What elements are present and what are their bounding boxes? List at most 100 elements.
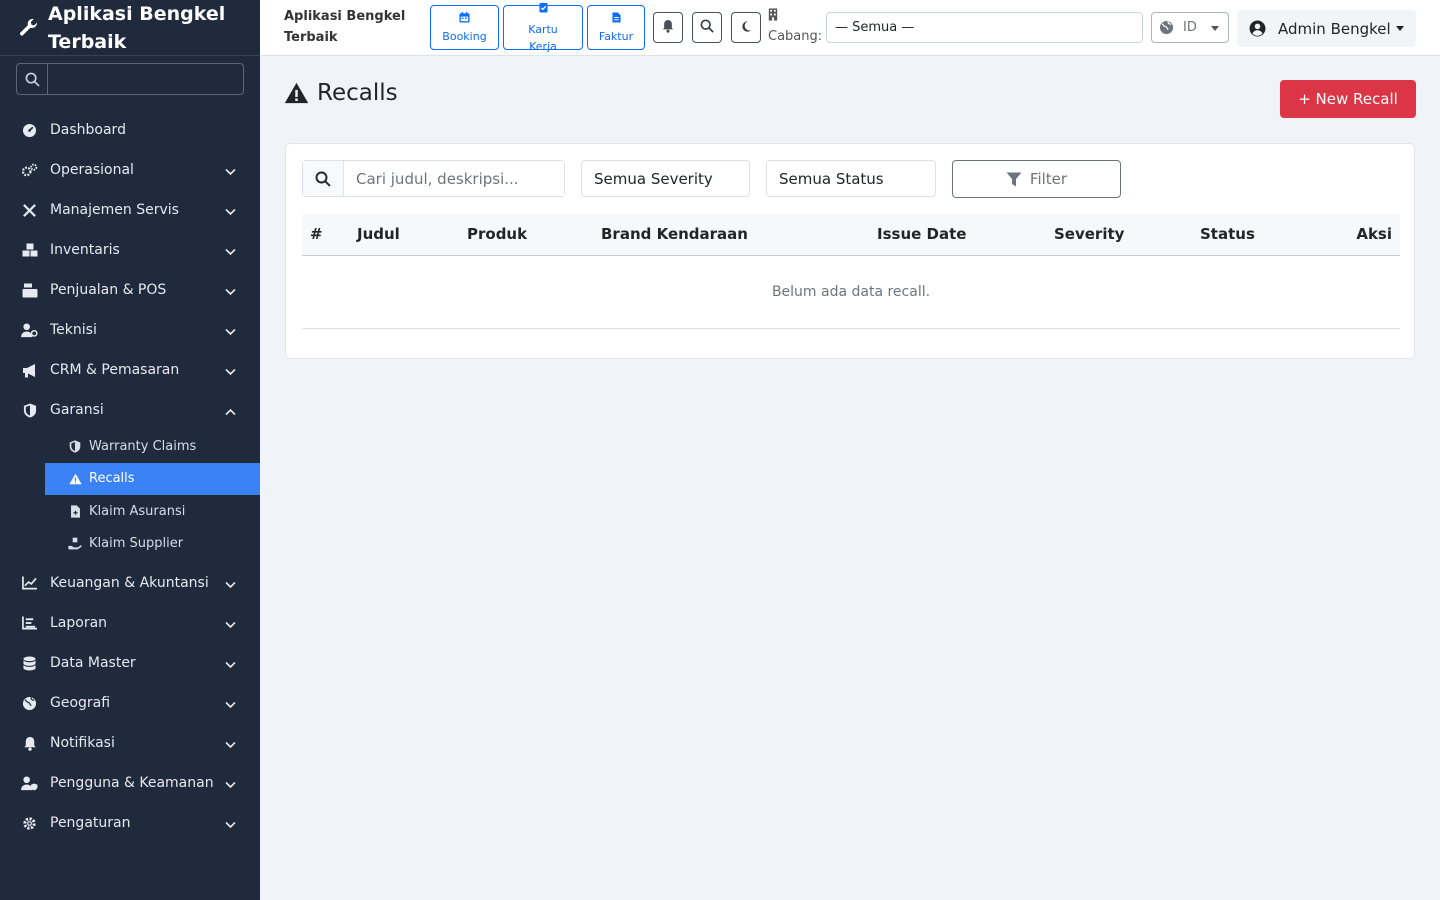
sidebar-item-operasional[interactable]: Operasional (0, 150, 260, 190)
recalls-table: # Judul Produk Brand Kendaraan Issue Dat… (302, 214, 1400, 329)
dark-mode-toggle[interactable] (731, 12, 761, 43)
sidebar-item-laporan[interactable]: Laporan (0, 603, 260, 643)
language-value: ID (1183, 20, 1197, 35)
user-gear-icon (21, 322, 38, 339)
kartu-kerja-label: Kartu Kerja (528, 22, 558, 53)
sidebar-item-label: Manajemen Servis (50, 202, 179, 218)
sidebar-item-label: Geografi (50, 695, 111, 711)
sidebar-subitem-warranty-claims[interactable]: Warranty Claims (45, 430, 260, 463)
search-button[interactable] (692, 12, 722, 43)
sidebar-item-label: Penjualan & POS (50, 282, 167, 298)
column-header[interactable]: Issue Date (869, 214, 1046, 256)
caret-down-icon (1396, 26, 1404, 31)
chart-bar-icon (21, 615, 38, 632)
recall-search (302, 160, 565, 197)
warning-icon (284, 80, 310, 106)
chevron-down-icon (225, 577, 236, 593)
sidebar-item-label: Garansi (50, 402, 104, 418)
sidebar-item-data-master[interactable]: Data Master (0, 643, 260, 683)
chart-line-icon (21, 575, 38, 592)
chevron-down-icon (225, 164, 236, 180)
filter-icon (1006, 172, 1022, 187)
hand-holding-icon (68, 537, 82, 551)
sidebar-item-manajemen-servis[interactable]: Manajemen Servis (0, 190, 260, 230)
page-title: Recalls (284, 80, 398, 106)
language-select[interactable]: ID (1151, 12, 1229, 43)
kartu-kerja-button[interactable]: Kartu Kerja (503, 2, 583, 53)
sidebar-item-label: Teknisi (50, 322, 97, 338)
chevron-down-icon (225, 364, 236, 380)
page-title-text: Recalls (317, 80, 398, 106)
file-medical-icon (68, 504, 82, 518)
topbar: Aplikasi Bengkel Terbaik Booking Kartu K… (260, 0, 1440, 56)
sidebar-item-garansi[interactable]: Garansi (0, 390, 260, 430)
filter-button[interactable]: Filter (952, 160, 1121, 198)
chevron-up-icon (225, 404, 236, 420)
globe-icon (21, 695, 38, 712)
status-select-value: Semua Status (779, 169, 884, 188)
cabang-select-value: — Semua — (835, 20, 915, 35)
column-header[interactable]: Brand Kendaraan (593, 214, 869, 256)
clipboard-check-icon (538, 1, 548, 18)
column-header[interactable]: # (302, 214, 349, 256)
brand[interactable]: Aplikasi Bengkel Terbaik (0, 0, 260, 56)
wrench-icon (18, 17, 40, 39)
sidebar-item-label: Notifikasi (50, 735, 115, 751)
chevron-down-icon (225, 284, 236, 300)
faktur-label: Faktur (598, 29, 634, 43)
sidebar-search-input[interactable] (48, 64, 243, 94)
boxes-icon (21, 242, 38, 259)
search-icon (303, 161, 344, 196)
recall-search-input[interactable] (344, 161, 564, 196)
booking-button[interactable]: Booking (430, 5, 499, 50)
column-header[interactable]: Judul (349, 214, 459, 256)
sidebar-subitem-label: Klaim Asuransi (89, 503, 186, 519)
gear-icon (21, 815, 38, 832)
new-recall-label: + New Recall (1298, 90, 1398, 108)
cabang-select[interactable]: — Semua — (826, 12, 1143, 43)
status-select[interactable]: Semua Status (766, 160, 936, 197)
sidebar-item-inventaris[interactable]: Inventaris (0, 230, 260, 270)
caret-down-icon (1211, 26, 1219, 31)
sidebar-subitem-label: Warranty Claims (89, 438, 197, 454)
sidebar-item-pengaturan[interactable]: Pengaturan (0, 803, 260, 843)
sidebar-item-label: Laporan (50, 615, 108, 631)
warning-icon (68, 472, 82, 486)
invoice-icon (611, 11, 621, 28)
sidebar-item-teknisi[interactable]: Teknisi (0, 310, 260, 350)
column-header[interactable]: Status (1192, 214, 1332, 256)
sidebar-item-crm-pemasaran[interactable]: CRM & Pemasaran (0, 350, 260, 390)
chevron-down-icon (225, 777, 236, 793)
notification-button[interactable] (653, 12, 683, 43)
sidebar-item-penjualan-pos[interactable]: Penjualan & POS (0, 270, 260, 310)
brand-name: Aplikasi Bengkel Terbaik (48, 2, 226, 53)
sidebar-item-label: Data Master (50, 655, 136, 671)
bell-icon (662, 18, 674, 37)
column-header[interactable]: Severity (1046, 214, 1192, 256)
severity-select[interactable]: Semua Severity (581, 160, 750, 197)
faktur-button[interactable]: Faktur (587, 5, 645, 50)
filter-label: Filter (1029, 170, 1068, 188)
chevron-down-icon (225, 244, 236, 260)
sidebar-item-keuangan-akuntansi[interactable]: Keuangan & Akuntansi (0, 563, 260, 603)
chevron-down-icon (225, 697, 236, 713)
sidebar-item-notifikasi[interactable]: Notifikasi (0, 723, 260, 763)
calendar-icon (459, 11, 470, 28)
sidebar-item-dashboard[interactable]: Dashboard (0, 110, 260, 150)
sidebar-item-label: Pengguna & Keamanan (50, 775, 214, 791)
user-menu[interactable]: Admin Bengkel (1237, 10, 1416, 47)
sidebar-item-pengguna-keamanan[interactable]: Pengguna & Keamanan (0, 763, 260, 803)
user-shield-icon (21, 775, 38, 792)
search-icon (17, 64, 48, 94)
sidebar-subitem-recalls[interactable]: Recalls (45, 462, 260, 495)
sidebar-subitem-klaim-asuransi[interactable]: Klaim Asuransi (45, 495, 260, 528)
new-recall-button[interactable]: + New Recall (1280, 80, 1416, 118)
sidebar-item-geografi[interactable]: Geografi (0, 683, 260, 723)
sidebar-subitem-klaim-supplier[interactable]: Klaim Supplier (45, 528, 260, 561)
search-icon (700, 18, 714, 37)
column-header[interactable]: Produk (459, 214, 593, 256)
chevron-down-icon (225, 817, 236, 833)
table-row: Belum ada data recall. (302, 255, 1400, 329)
recalls-card: Semua Severity Semua Status Filter # Jud… (285, 143, 1415, 359)
cogs-icon (21, 162, 38, 179)
